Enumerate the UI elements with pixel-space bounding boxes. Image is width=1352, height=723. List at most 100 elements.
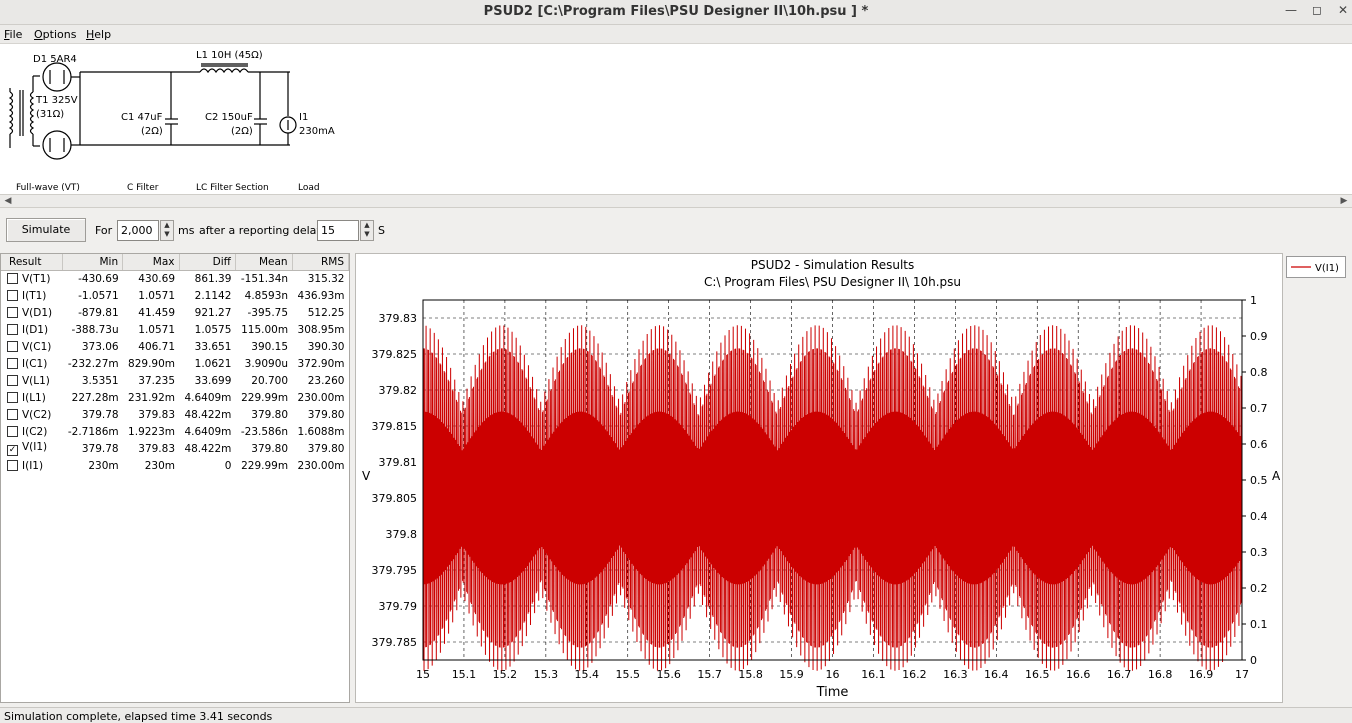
y2-tick-label: 0.5 xyxy=(1250,474,1268,487)
menu-options[interactable]: Options xyxy=(34,28,76,41)
result-checkbox[interactable] xyxy=(7,323,18,335)
result-name: V(C1) xyxy=(22,340,52,353)
table-row[interactable]: I(D1) -388.73u 1.0571 1.0575 115.00m 308.95m xyxy=(1,321,349,338)
x-tick-label: 15.7 xyxy=(697,668,722,681)
result-value: 379.80 xyxy=(307,408,345,421)
section-lc: LC Filter Section xyxy=(196,183,269,193)
menu-help[interactable]: Help xyxy=(86,28,111,41)
simulate-button[interactable]: Simulate xyxy=(6,218,86,242)
section-cfilter: C Filter xyxy=(127,183,159,193)
menu-file[interactable]: File xyxy=(4,28,22,41)
scroll-right-icon[interactable]: ▶ xyxy=(1338,195,1350,207)
duration-spinner[interactable]: ▲ ▼ xyxy=(160,220,174,241)
maximize-icon[interactable]: ◻ xyxy=(1308,3,1326,19)
minimize-icon[interactable]: — xyxy=(1282,3,1300,19)
table-row[interactable]: V(L1) 3.5351 37.235 33.699 20.700 23.260 xyxy=(1,372,349,389)
x-tick-label: 17 xyxy=(1235,668,1249,681)
table-row[interactable]: I(C1) -232.27m 829.90m 1.0621 3.9090u 372.90m xyxy=(1,355,349,372)
spin-down-icon[interactable]: ▼ xyxy=(361,230,373,239)
delay-input[interactable]: 15 xyxy=(317,220,359,241)
result-checkbox[interactable] xyxy=(7,459,18,471)
result-value: -23.586n xyxy=(240,425,289,438)
x-tick-label: 16.2 xyxy=(902,668,927,681)
y-tick-label: 379.785 xyxy=(372,636,418,649)
result-value: -430.69 xyxy=(78,272,119,285)
x-tick-label: 15.8 xyxy=(738,668,763,681)
result-checkbox[interactable] xyxy=(7,306,18,318)
column-header[interactable]: Min xyxy=(62,254,124,271)
y-tick-label: 379.825 xyxy=(372,348,418,361)
result-value: 512.25 xyxy=(307,306,345,319)
table-row[interactable]: I(L1) 227.28m 231.92m 4.6409m 229.99m 230.00m xyxy=(1,389,349,406)
column-header[interactable]: Mean xyxy=(235,254,293,271)
table-row[interactable]: I(C2) -2.7186m 1.9223m 4.6409m -23.586n 1.608… xyxy=(1,423,349,440)
spin-up-icon[interactable]: ▲ xyxy=(361,221,373,230)
result-checkbox[interactable] xyxy=(7,374,18,386)
horizontal-scrollbar[interactable]: ◀ ▶ xyxy=(0,194,1352,208)
result-checkbox[interactable] xyxy=(7,425,18,437)
result-value: 115.00m xyxy=(241,323,289,336)
result-value: 379.83 xyxy=(138,408,176,421)
table-row[interactable]: V(D1) -879.81 41.459 921.27 -395.75 512.25 xyxy=(1,304,349,321)
result-checkbox[interactable] xyxy=(7,408,18,420)
result-name: V(D1) xyxy=(22,306,53,319)
y-tick-label: 379.795 xyxy=(372,564,418,577)
table-row[interactable]: I(I1) 230m 230m 0 229.99m 230.00m xyxy=(1,457,349,474)
result-value: 308.95m xyxy=(297,323,345,336)
x-tick-label: 15.2 xyxy=(493,668,518,681)
close-icon[interactable]: ✕ xyxy=(1334,3,1352,19)
y2-tick-label: 0 xyxy=(1250,654,1257,667)
result-value: -395.75 xyxy=(247,306,289,319)
result-value: 1.0571 xyxy=(138,323,176,336)
result-name: I(L1) xyxy=(22,391,46,404)
column-header[interactable]: RMS xyxy=(292,254,350,271)
spin-down-icon[interactable]: ▼ xyxy=(161,230,173,239)
column-header[interactable]: Diff xyxy=(179,254,236,271)
result-value: 3.9090u xyxy=(244,357,289,370)
y2-tick-label: 0.8 xyxy=(1250,366,1268,379)
duration-input[interactable]: 2,000 xyxy=(117,220,159,241)
y2-tick-label: 0.7 xyxy=(1250,402,1268,415)
y-tick-label: 379.79 xyxy=(379,600,418,613)
table-row[interactable]: V(C1) 373.06 406.71 33.651 390.15 390.30 xyxy=(1,338,349,355)
result-value: 20.700 xyxy=(251,374,289,387)
result-value: 829.90m xyxy=(128,357,176,370)
table-row[interactable]: ✓ V(I1) 379.78 379.83 48.422m 379.80 379.80 xyxy=(1,440,349,457)
result-value: 1.0575 xyxy=(194,323,232,336)
simulation-plot[interactable]: PSUD2 - Simulation Results C:\ Program Fi… xyxy=(355,253,1283,703)
spin-up-icon[interactable]: ▲ xyxy=(161,221,173,230)
chart-subtitle: C:\ Program Files\ PSU Designer II\ 10h.… xyxy=(704,275,961,289)
result-value: 2.1142 xyxy=(194,289,232,302)
result-value: -1.0571 xyxy=(78,289,119,302)
table-row[interactable]: I(T1) -1.0571 1.0571 2.1142 4.8593n 436.93m xyxy=(1,287,349,304)
table-row[interactable]: V(C2) 379.78 379.83 48.422m 379.80 379.80 xyxy=(1,406,349,423)
result-checkbox[interactable] xyxy=(7,357,18,369)
title-bar: PSUD2 [C:\Program Files\PSU Designer II\… xyxy=(0,0,1352,25)
y-tick-label: 379.81 xyxy=(379,456,418,469)
table-row[interactable]: V(T1) -430.69 430.69 861.39 -151.34n 315.32 xyxy=(1,270,349,287)
result-value: 406.71 xyxy=(138,340,176,353)
window-title: PSUD2 [C:\Program Files\PSU Designer II\… xyxy=(483,4,869,19)
x-tick-label: 16.7 xyxy=(1107,668,1132,681)
result-value: 4.6409m xyxy=(184,425,232,438)
result-checkbox[interactable]: ✓ xyxy=(7,445,18,456)
result-value: 372.90m xyxy=(297,357,345,370)
result-checkbox[interactable] xyxy=(7,391,18,403)
result-name: I(C1) xyxy=(22,357,48,370)
result-checkbox[interactable] xyxy=(7,289,18,301)
result-value: 230m xyxy=(88,459,119,472)
column-header[interactable]: Max xyxy=(122,254,180,271)
result-name: I(C2) xyxy=(22,425,48,438)
delay-spinner[interactable]: ▲ ▼ xyxy=(360,220,374,241)
result-value: 230.00m xyxy=(297,459,345,472)
result-checkbox[interactable] xyxy=(7,272,18,284)
transformer-primary xyxy=(8,91,14,135)
scroll-left-icon[interactable]: ◀ xyxy=(2,195,14,207)
result-checkbox[interactable] xyxy=(7,340,18,352)
x-tick-label: 15.5 xyxy=(616,668,641,681)
result-value: 436.93m xyxy=(297,289,345,302)
y2-tick-label: 0.2 xyxy=(1250,582,1268,595)
circuit-schematic[interactable]: D1 5AR4 T1 325V (31Ω) L1 10H (45Ω) C1 47… xyxy=(0,44,1352,194)
column-header[interactable]: Result xyxy=(1,254,63,271)
simulation-controls: Simulate For 2,000 ▲ ▼ ms after a reporti… xyxy=(0,210,1352,248)
